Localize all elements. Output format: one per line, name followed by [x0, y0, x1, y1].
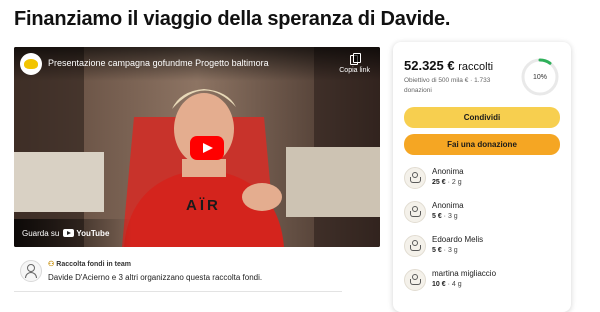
video-title[interactable]: Presentazione campagna gofundme Progetto…: [48, 58, 269, 68]
donation-meta: 25 € · 2 g: [432, 179, 462, 186]
raised-value: 52.325 €: [404, 58, 455, 73]
donor-hand-icon: [404, 269, 426, 291]
donation-meta: 5 € · 3 g: [432, 213, 458, 220]
team-badge: ⚇ Raccolta fondi in team: [48, 260, 131, 268]
watch-on-youtube-link[interactable]: Guarda su YouTube: [14, 219, 132, 247]
donation-meta: 10 € · 4 g: [432, 281, 462, 288]
donation-item: Anonima 5 € · 3 g: [404, 198, 560, 228]
donor-hand-icon: [404, 235, 426, 257]
donor-name: Anonima: [432, 167, 464, 176]
video-player[interactable]: AÏR Presentazione campagna gofundme Prog…: [14, 47, 380, 247]
share-button[interactable]: Condividi: [404, 107, 560, 128]
donor-name: martina migliaccio: [432, 269, 497, 278]
donation-time: 3 g: [447, 247, 458, 254]
donation-item: Edoardo Melis 5 € · 3 g: [404, 232, 560, 262]
donation-item: martina migliaccio 10 € · 4 g: [404, 266, 560, 296]
donation-amount: 5 €: [432, 213, 442, 220]
goal-text: Obiettivo di 500 mila € · 1.733 donazion…: [404, 77, 491, 94]
donation-sidebar: 52.325 € raccolti Obiettivo di 500 mila …: [393, 42, 571, 312]
raised-amount: 52.325 € raccolti: [404, 58, 493, 73]
progress-percent: 10%: [532, 73, 547, 81]
team-icon: ⚇: [48, 261, 55, 268]
donor-name: Edoardo Melis: [432, 235, 484, 244]
team-badge-label: Raccolta fondi in team: [56, 261, 131, 268]
user-icon: [20, 260, 42, 282]
youtube-label: YouTube: [76, 228, 110, 238]
donation-time: 3 g: [447, 213, 458, 220]
organizer-text: Davide D'Acierno e 3 altri organizzano q…: [48, 273, 263, 282]
page-title: Finanziamo il viaggio della speranza di …: [14, 8, 451, 30]
donation-time: 2 g: [451, 179, 462, 186]
play-icon[interactable]: [190, 136, 224, 160]
donation-time: 4 g: [451, 281, 462, 288]
organizer-section: ⚇ Raccolta fondi in team Davide D'Acierno…: [14, 256, 342, 292]
donation-item: Anonima 25 € · 2 g: [404, 164, 560, 194]
copy-link-button[interactable]: Copia link: [339, 53, 370, 74]
donor-hand-icon: [404, 201, 426, 223]
donor-name: Anonima: [432, 201, 464, 210]
donation-meta: 5 € · 3 g: [432, 247, 458, 254]
copy-icon: [350, 53, 362, 65]
watch-on-label: Guarda su: [22, 228, 60, 238]
donation-amount: 5 €: [432, 247, 442, 254]
youtube-logo: YouTube: [63, 229, 109, 238]
shirt-text: AÏR: [186, 197, 221, 214]
donation-amount: 25 €: [432, 179, 446, 186]
raised-suffix: raccolti: [458, 61, 494, 73]
donate-button[interactable]: Fai una donazione: [404, 134, 560, 155]
copy-link-label: Copia link: [339, 67, 370, 74]
divider: [14, 291, 342, 292]
channel-avatar[interactable]: [20, 53, 42, 75]
donor-hand-icon: [404, 167, 426, 189]
youtube-play-icon: [63, 229, 75, 237]
donation-amount: 10 €: [432, 281, 446, 288]
